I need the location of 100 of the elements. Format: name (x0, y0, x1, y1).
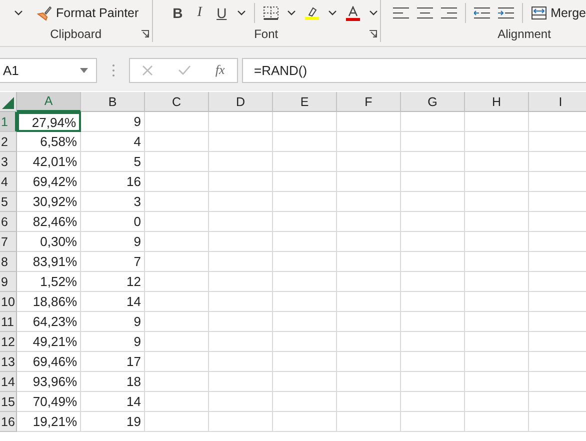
table-cell: 93,96% (17, 372, 81, 392)
row-header[interactable]: 5 (0, 192, 17, 212)
row-header[interactable]: 15 (0, 392, 17, 412)
column-header[interactable]: I (529, 92, 586, 112)
empty-cell (209, 232, 273, 252)
empty-cell (273, 172, 337, 192)
empty-cell (273, 352, 337, 372)
table-cell: 4 (81, 132, 145, 152)
column-header[interactable]: C (145, 92, 209, 112)
row-header[interactable]: 9 (0, 272, 17, 292)
empty-cell (401, 232, 465, 252)
empty-cell (401, 152, 465, 172)
bold-button[interactable]: B (170, 5, 185, 21)
row-header[interactable]: 16 (0, 412, 17, 432)
empty-cell (145, 412, 209, 432)
checkmark-icon[interactable] (178, 65, 191, 75)
row-header[interactable]: 14 (0, 372, 17, 392)
row-header[interactable]: 11 (0, 312, 17, 332)
empty-cell (145, 192, 209, 212)
dropdown-arrow-icon (80, 68, 88, 72)
empty-cell (209, 252, 273, 272)
table-cell: 69,42% (17, 172, 81, 192)
empty-cell (401, 372, 465, 392)
row-header[interactable]: 10 (0, 292, 17, 312)
caret-icon[interactable] (328, 10, 337, 16)
merge-button[interactable]: Merge (530, 6, 586, 20)
dialog-launcher-icon[interactable] (368, 30, 377, 38)
caret-icon[interactable] (14, 10, 23, 16)
select-all-button[interactable] (0, 92, 17, 112)
empty-cell (337, 172, 401, 192)
row-header[interactable]: 2 (0, 132, 17, 152)
drag-handle-icon[interactable] (112, 64, 115, 76)
empty-cell (209, 352, 273, 372)
row-header[interactable]: 6 (0, 212, 17, 232)
caret-icon[interactable] (368, 10, 378, 16)
column-header[interactable]: H (465, 92, 529, 112)
row-header[interactable]: 7 (0, 232, 17, 252)
row-header[interactable]: 12 (0, 332, 17, 352)
empty-cell (337, 212, 401, 232)
empty-cell (401, 312, 465, 332)
empty-cell (465, 392, 529, 412)
empty-cell (273, 312, 337, 332)
column-header[interactable]: G (401, 92, 465, 112)
empty-cell (465, 172, 529, 192)
empty-cell (209, 172, 273, 192)
empty-cell (145, 332, 209, 352)
empty-cell (465, 212, 529, 232)
table-cell: 70,49% (17, 392, 81, 412)
table-cell: 0,30% (17, 232, 81, 252)
align-center-icon[interactable] (416, 7, 433, 19)
align-left-icon[interactable] (392, 7, 409, 19)
insert-function-button[interactable]: fx (215, 62, 225, 78)
empty-cell (401, 412, 465, 432)
empty-cell (465, 412, 529, 432)
formula-input[interactable]: =RAND() (242, 58, 586, 82)
row-header[interactable]: 3 (0, 152, 17, 172)
table-cell: 9 (81, 232, 145, 252)
caret-icon[interactable] (236, 10, 246, 16)
row-header[interactable]: 4 (0, 172, 17, 192)
empty-cell (209, 272, 273, 292)
dialog-launcher-icon[interactable] (140, 30, 149, 38)
group-label: Alignment (498, 27, 551, 41)
table-cell: 0 (81, 212, 145, 232)
font-color-icon[interactable] (344, 6, 361, 20)
format-painter-button[interactable]: Format Painter (36, 5, 139, 21)
empty-cell (145, 312, 209, 332)
empty-cell (465, 132, 529, 152)
table-cell: 12 (81, 272, 145, 292)
decrease-indent-icon[interactable] (474, 7, 490, 19)
caret-icon[interactable] (286, 10, 296, 16)
row-header[interactable]: 1 (0, 112, 17, 132)
borders-icon[interactable] (262, 6, 279, 20)
empty-cell (209, 332, 273, 352)
align-right-icon[interactable] (440, 7, 457, 19)
row-header[interactable]: 8 (0, 252, 17, 272)
italic-button[interactable]: I (192, 5, 207, 21)
empty-cell (209, 132, 273, 152)
column-header[interactable]: E (273, 92, 337, 112)
empty-cell (273, 332, 337, 352)
underline-button[interactable]: U (214, 5, 229, 21)
increase-indent-icon[interactable] (498, 7, 514, 19)
empty-cell (145, 352, 209, 372)
empty-cell (145, 372, 209, 392)
empty-cell (273, 152, 337, 172)
column-header[interactable]: B (81, 92, 145, 112)
table-cell: 27,94% (17, 112, 81, 132)
table-cell: 14 (81, 392, 145, 412)
empty-cell (209, 392, 273, 412)
row-header[interactable]: 13 (0, 352, 17, 372)
paintbrush-icon (36, 5, 52, 21)
table-cell: 14 (81, 292, 145, 312)
column-header[interactable]: F (337, 92, 401, 112)
empty-cell (273, 132, 337, 152)
highlighter-icon[interactable] (304, 6, 320, 20)
empty-cell (465, 112, 529, 132)
name-box[interactable]: A1 (0, 58, 97, 82)
column-header[interactable]: A (17, 92, 81, 112)
group-label: Font (254, 27, 278, 41)
column-header[interactable]: D (209, 92, 273, 112)
empty-cell (465, 352, 529, 372)
